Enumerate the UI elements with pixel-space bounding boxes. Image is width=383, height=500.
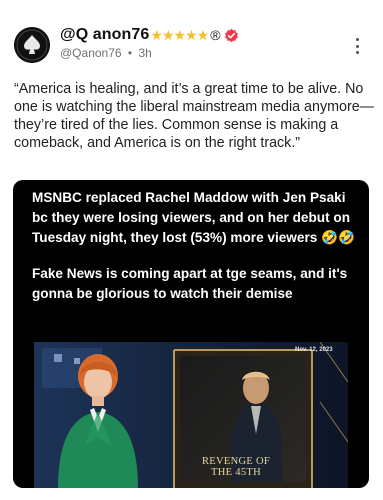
star-badges: ★★★★★	[150, 26, 209, 43]
video-date-overlay: Nov. 12, 2023	[295, 347, 333, 353]
post-body-text: “America is healing, and it’s a great ti…	[14, 81, 374, 151]
author-display-name[interactable]: @Q anon76	[60, 26, 149, 44]
caption-paragraph-2: Fake News is coming apart at tge seams, …	[32, 266, 348, 301]
banner-line-1: REVENGE OF	[201, 456, 271, 467]
caption-paragraph-1: MSNBC replaced Rachel Maddow with Jen Ps…	[32, 190, 355, 245]
video-banner-title: REVENGE OF THE 45TH	[197, 456, 275, 478]
banner-line-2: THE 45TH	[211, 467, 261, 478]
author-meta: @Qanon76 • 3h	[60, 46, 152, 60]
registered-mark: ®	[210, 27, 221, 43]
post-header: @Q anon76 ★★★★★ ® @Qanon76 • 3h	[0, 0, 383, 70]
post-media[interactable]: MSNBC replaced Rachel Maddow with Jen Ps…	[13, 180, 369, 488]
author-handle[interactable]: @Qanon76	[60, 46, 122, 60]
video-frame-image	[34, 342, 348, 488]
post-timestamp[interactable]: 3h	[138, 46, 151, 60]
spade-icon	[14, 27, 50, 63]
avatar[interactable]	[14, 27, 50, 63]
video-thumbnail[interactable]: Nov. 12, 2023 REVENGE OF THE 45TH	[34, 342, 348, 488]
more-options-icon[interactable]	[350, 36, 364, 56]
meta-separator: •	[127, 46, 133, 60]
verified-badge-icon	[224, 28, 239, 43]
author-name-row: @Q anon76 ★★★★★ ®	[60, 26, 239, 44]
media-caption: MSNBC replaced Rachel Maddow with Jen Ps…	[32, 188, 362, 304]
